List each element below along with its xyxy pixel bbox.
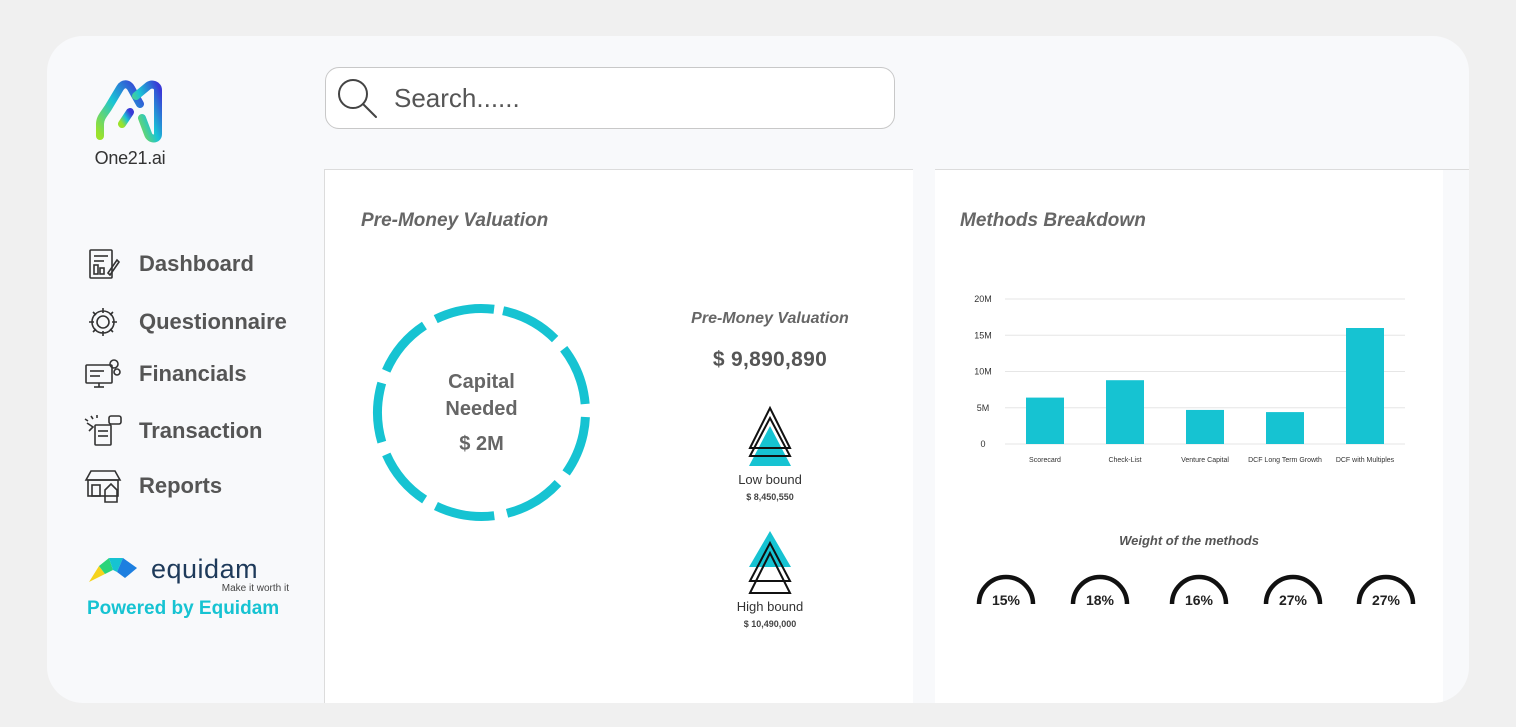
panel-title: Pre-Money Valuation xyxy=(361,210,549,231)
search-bar xyxy=(325,67,895,129)
sidebar-item-label: Transaction xyxy=(139,418,263,443)
bar[interactable] xyxy=(1186,409,1224,444)
valuation-summary: Pre-Money Valuation $ 9,890,890 xyxy=(665,310,875,372)
y-tick-label: 10M xyxy=(974,367,992,377)
weight-value: 18% xyxy=(1085,592,1115,608)
sidebar-item-label: Questionnaire xyxy=(139,309,287,334)
methods-panel: Methods Breakdown 0 5M 10M 15M 20M Scorecard C… xyxy=(935,169,1443,703)
search-input[interactable] xyxy=(394,82,874,114)
y-tick-label: 0 xyxy=(980,439,985,449)
weight-value: 27% xyxy=(1278,592,1308,608)
bar[interactable] xyxy=(1266,412,1304,444)
x-tick-label: Venture Capital xyxy=(1181,457,1229,464)
low-bound-label: Low bound xyxy=(738,472,802,487)
y-tick-label: 20M xyxy=(974,294,992,304)
valuation-subtitle: Pre-Money Valuation xyxy=(691,310,849,327)
high-bound: High bound $ 10,490,000 xyxy=(665,531,875,629)
x-tick-label: DCF with Multiples xyxy=(1336,457,1395,464)
high-bound-icon xyxy=(748,531,792,594)
partner-block: equidam Make it worth it Powered by Equi… xyxy=(87,554,301,620)
panel-divider xyxy=(1443,169,1469,170)
financials-icon xyxy=(83,356,123,392)
sidebar-item-label: Reports xyxy=(139,473,223,498)
x-tick-label: Check-List xyxy=(1108,457,1141,464)
capital-label-line1: Capital xyxy=(448,371,515,393)
bar[interactable] xyxy=(1026,397,1064,444)
methods-bar-chart: 0 5M 10M 15M 20M Scorecard Check-List Venture C… xyxy=(974,294,1405,464)
transaction-icon xyxy=(83,413,123,449)
brand-logo[interactable]: One21.ai xyxy=(87,78,173,169)
y-tick-label: 5M xyxy=(977,403,990,413)
sidebar-item-label: Financials xyxy=(139,361,247,386)
capital-needed: Capital Needed $ 2M xyxy=(369,300,594,525)
x-tick-label: Scorecard xyxy=(1029,457,1061,464)
valuation-panel: Pre-Money Valuation Capital Needed $ 2M … xyxy=(324,169,913,703)
weight-gauge: 27% xyxy=(1260,570,1326,610)
low-bound-icon xyxy=(748,405,792,466)
sidebar-item-dashboard[interactable]: Dashboard xyxy=(83,246,254,282)
bar[interactable] xyxy=(1106,380,1144,444)
weight-gauge: 27% xyxy=(1353,570,1419,610)
sidebar-item-reports[interactable]: Reports xyxy=(83,468,222,504)
low-bound-value: $ 8,450,550 xyxy=(746,492,794,502)
capital-value: $ 2M xyxy=(459,433,504,455)
weight-value: 15% xyxy=(991,592,1021,608)
y-tick-label: 15M xyxy=(974,330,992,340)
weight-gauge: 15% xyxy=(973,570,1039,610)
one21-logo-icon xyxy=(96,80,162,143)
weight-gauge: 18% xyxy=(1067,570,1133,610)
sidebar-item-transaction[interactable]: Transaction xyxy=(83,413,262,449)
high-bound-value: $ 10,490,000 xyxy=(743,619,797,629)
app-card: One21.ai Dashboard Questionnaire Financi… xyxy=(47,36,1469,703)
low-bound: Low bound $ 8,450,550 xyxy=(665,404,875,502)
powered-by-link[interactable]: Powered by Equidam xyxy=(87,598,301,620)
dashboard-icon xyxy=(83,246,123,282)
x-tick-label: DCF Long Term Growth xyxy=(1248,457,1322,464)
sidebar-item-financials[interactable]: Financials xyxy=(83,356,247,392)
reports-icon xyxy=(83,468,123,504)
high-bound-label: High bound xyxy=(736,599,804,614)
equidam-logo-icon xyxy=(89,557,137,582)
sidebar-item-label: Dashboard xyxy=(139,251,254,276)
weights-title: Weight of the methods xyxy=(1119,533,1259,548)
panel-title: Methods Breakdown xyxy=(960,210,1146,231)
valuation-amount: $ 9,890,890 xyxy=(712,348,828,371)
questionnaire-icon xyxy=(83,304,123,340)
brand-name: One21.ai xyxy=(94,148,166,168)
weight-value: 16% xyxy=(1184,592,1214,608)
weight-value: 27% xyxy=(1371,592,1401,608)
bar[interactable] xyxy=(1346,328,1384,444)
partner-name: equidam xyxy=(151,554,259,584)
capital-label-line2: Needed xyxy=(445,398,518,420)
search-icon[interactable] xyxy=(334,75,380,121)
sidebar-item-questionnaire[interactable]: Questionnaire xyxy=(83,304,287,340)
weight-gauge: 16% xyxy=(1166,570,1232,610)
